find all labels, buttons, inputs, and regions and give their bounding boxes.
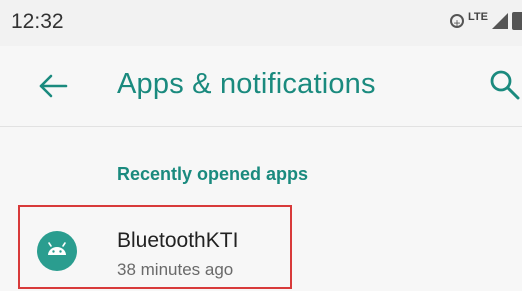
status-icons: + LTE [450, 8, 522, 34]
signal-icon [492, 13, 508, 29]
app-bar: Apps & notifications [0, 46, 522, 127]
list-item-app-bluetoothkti[interactable]: BluetoothKTI 38 minutes ago [18, 205, 292, 289]
screen: 12:32 + LTE Apps & notifications Recentl… [0, 0, 522, 291]
data-saver-icon: + [450, 14, 465, 30]
section-header-recent-apps: Recently opened apps [117, 164, 309, 184]
android-icon [37, 231, 77, 271]
battery-icon [512, 12, 522, 30]
search-button[interactable] [488, 68, 522, 102]
search-icon [490, 70, 520, 100]
status-time: 12:32 [11, 10, 64, 33]
page-title: Apps & notifications [117, 68, 376, 100]
status-bar: 12:32 + LTE [0, 0, 522, 46]
back-button[interactable] [38, 73, 68, 99]
app-last-opened: 38 minutes ago [117, 260, 234, 279]
back-arrow-icon [39, 74, 68, 98]
network-type-label: LTE [468, 11, 488, 23]
app-name: BluetoothKTI [117, 229, 239, 252]
